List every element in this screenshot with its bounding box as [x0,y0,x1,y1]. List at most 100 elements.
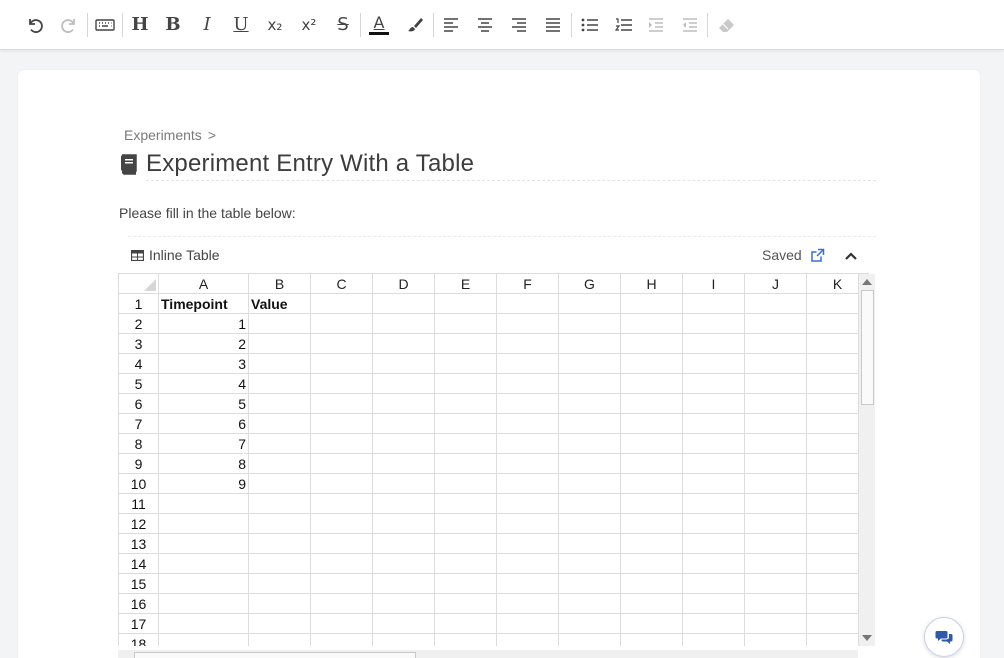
row-header[interactable]: 9 [118,453,159,474]
superscript-button[interactable]: x² [294,9,324,41]
empty-cell[interactable] [372,513,435,534]
empty-cell[interactable] [558,553,621,574]
empty-cell[interactable] [496,313,559,334]
spreadsheet-grid[interactable]: A B C D E F G H I J K 1 Timepoint Value 2 1 3… [118,273,876,646]
empty-cell[interactable] [496,573,559,594]
empty-cell[interactable] [744,633,807,646]
empty-cell[interactable] [620,433,683,454]
cell-b[interactable] [248,493,311,514]
empty-cell[interactable] [744,333,807,354]
empty-cell[interactable] [558,513,621,534]
empty-cell[interactable] [310,333,373,354]
cell-b[interactable] [248,333,311,354]
empty-cell[interactable] [310,293,373,314]
empty-cell[interactable] [620,353,683,374]
empty-cell[interactable] [620,573,683,594]
empty-cell[interactable] [558,613,621,634]
cell-a[interactable]: 9 [158,473,249,494]
empty-cell[interactable] [496,393,559,414]
empty-cell[interactable] [558,313,621,334]
column-header[interactable]: B [248,273,311,294]
empty-cell[interactable] [372,533,435,554]
vertical-scrollbar[interactable] [858,274,875,646]
horizontal-scrollbar[interactable] [118,650,858,658]
empty-cell[interactable] [558,333,621,354]
cell-a[interactable]: 1 [158,313,249,334]
empty-cell[interactable] [558,593,621,614]
empty-cell[interactable] [682,493,745,514]
empty-cell[interactable] [620,333,683,354]
empty-cell[interactable] [620,493,683,514]
empty-cell[interactable] [744,573,807,594]
outdent-button[interactable] [675,9,705,41]
column-header[interactable]: D [372,273,435,294]
empty-cell[interactable] [372,593,435,614]
empty-cell[interactable] [310,593,373,614]
empty-cell[interactable] [558,573,621,594]
cell-a[interactable] [158,513,249,534]
empty-cell[interactable] [744,473,807,494]
empty-cell[interactable] [620,453,683,474]
row-header[interactable]: 6 [118,393,159,414]
empty-cell[interactable] [310,353,373,374]
cell-b[interactable] [248,413,311,434]
empty-cell[interactable] [744,553,807,574]
keyboard-button[interactable] [90,9,120,41]
empty-cell[interactable] [372,613,435,634]
scroll-up-arrow-icon[interactable] [862,279,872,285]
heading-button[interactable]: H [125,9,155,41]
row-header[interactable]: 2 [118,313,159,334]
cell-a[interactable] [158,493,249,514]
align-left-button[interactable] [436,9,466,41]
empty-cell[interactable] [620,593,683,614]
cell-a[interactable]: 6 [158,413,249,434]
cell-b[interactable] [248,573,311,594]
breadcrumb-experiments-link[interactable]: Experiments [124,127,202,143]
italic-button[interactable]: I [192,9,222,41]
row-header[interactable]: 15 [118,573,159,594]
empty-cell[interactable] [372,573,435,594]
empty-cell[interactable] [682,573,745,594]
column-header[interactable]: A [158,273,249,294]
select-all-corner[interactable] [118,273,159,294]
empty-cell[interactable] [310,473,373,494]
empty-cell[interactable] [434,333,497,354]
empty-cell[interactable] [682,353,745,374]
cell-a[interactable] [158,553,249,574]
empty-cell[interactable] [434,513,497,534]
empty-cell[interactable] [496,513,559,534]
empty-cell[interactable] [744,533,807,554]
cell-a[interactable]: Timepoint [158,293,249,314]
empty-cell[interactable] [682,293,745,314]
empty-cell[interactable] [558,373,621,394]
cell-b[interactable] [248,313,311,334]
empty-cell[interactable] [558,453,621,474]
empty-cell[interactable] [620,613,683,634]
empty-cell[interactable] [744,513,807,534]
collapse-table-button[interactable] [844,248,858,266]
empty-cell[interactable] [310,413,373,434]
empty-cell[interactable] [372,493,435,514]
cell-b[interactable] [248,553,311,574]
empty-cell[interactable] [744,293,807,314]
cell-a[interactable] [158,613,249,634]
empty-cell[interactable] [496,413,559,434]
cell-b[interactable] [248,633,311,646]
horizontal-scroll-thumb[interactable] [134,652,416,658]
align-center-button[interactable] [470,9,500,41]
numbered-list-button[interactable] [608,9,638,41]
empty-cell[interactable] [496,373,559,394]
empty-cell[interactable] [372,393,435,414]
underline-button[interactable]: U [226,9,256,41]
empty-cell[interactable] [558,633,621,646]
row-header[interactable]: 3 [118,333,159,354]
empty-cell[interactable] [496,613,559,634]
empty-cell[interactable] [744,613,807,634]
empty-cell[interactable] [682,333,745,354]
empty-cell[interactable] [372,353,435,374]
cell-b[interactable] [248,473,311,494]
empty-cell[interactable] [434,313,497,334]
empty-cell[interactable] [620,633,683,646]
empty-cell[interactable] [682,633,745,646]
column-header[interactable]: J [744,273,807,294]
